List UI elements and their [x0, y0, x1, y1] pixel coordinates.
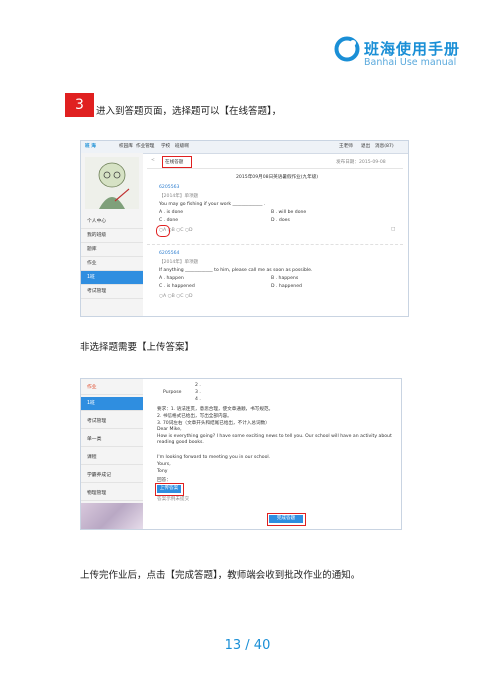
highlight-choice-a	[156, 225, 170, 237]
purpose-label: Purpose	[163, 390, 182, 395]
choice-radios-2[interactable]: ○A ○B ○C ○D	[159, 294, 193, 299]
caption-finish-answer: 上传完作业后，点击【完成答题】，教师端会收到批改作业的通知。	[80, 570, 361, 581]
sidebar-item-question-bank[interactable]: 题库	[81, 243, 143, 257]
brand-subtitle: Banhai Use manual	[364, 57, 457, 68]
letter-sign-off: Yours,	[157, 462, 171, 467]
sidebar-item-class-1[interactable]: 1班	[81, 271, 143, 285]
list-number: 3 .	[195, 390, 201, 395]
list-number: 2 .	[195, 383, 201, 388]
sidebar-item-physics-management[interactable]: 物理管理	[81, 487, 143, 501]
nav-class[interactable]: 班级啊	[175, 143, 189, 149]
requirement-line: 2. 书信格式已给出，写出全部内容。	[157, 414, 232, 419]
sidebar-item-homework[interactable]: 作业	[81, 381, 143, 395]
option-a: A . is done	[159, 210, 184, 215]
sidebar-item-my-class[interactable]: 我的班级	[81, 229, 143, 243]
sidebar-item-personal-center[interactable]: 个人中心	[81, 215, 143, 229]
nav-homework[interactable]: 作业管理	[136, 143, 154, 149]
publish-date: 发布日期：2015-09-08	[336, 160, 386, 165]
step-instruction: 进入到答题页面，选择题可以【在线答题】，	[96, 106, 282, 117]
letter-closing: I'm looking forward to meeting you in ou…	[157, 455, 271, 460]
breadcrumb-back-icon[interactable]: <	[151, 158, 155, 163]
letter-signature: Tony	[157, 469, 168, 474]
question-stem-2: If anything ____________ to him, please …	[159, 268, 313, 273]
caption-upload-answer: 非选择题需要【上传答案】	[80, 342, 195, 353]
page-number: 13 / 40	[224, 638, 271, 653]
sidebar: 个人中心 我的班级 题库 作业 1班 考试管理	[81, 153, 143, 316]
option-d-2: D . happened	[271, 284, 302, 289]
brand-title: 班海使用手册	[364, 40, 461, 58]
step-badge: 3	[65, 93, 94, 117]
answer-status-note: 答案示例未提交	[157, 497, 190, 502]
requirement-line: 3. 70词左右（文章开头和结尾已给出，不计入总词数）	[157, 421, 270, 426]
highlight-online-answer	[162, 156, 192, 168]
sidebar-item-exam-management[interactable]: 考试管理	[81, 415, 143, 429]
messages-link[interactable]: 消息(87)	[375, 143, 394, 149]
requirement-line: 要求：1. 语法连贯，意思合理，使文章通顺，书写规范。	[157, 407, 274, 412]
question-stem: You may go fishing if your work ________…	[159, 202, 266, 207]
option-d: D . does	[271, 218, 290, 223]
letter-body: How is everything going? I have some exc…	[157, 434, 392, 445]
nav-campus[interactable]: 校园库	[119, 143, 133, 149]
sidebar-decoration	[81, 503, 143, 529]
question-meta-2: 【2014年】单项题	[159, 260, 199, 265]
avatar-illustration-icon	[85, 157, 139, 209]
user-name[interactable]: 王老师	[339, 143, 353, 149]
option-a-2: A . happen	[159, 276, 184, 281]
app-logo: 班 海	[85, 144, 96, 149]
question-id-2[interactable]: 6205564	[159, 251, 179, 256]
letter-greeting: Dear Mike,	[157, 427, 182, 432]
homework-heading: 2015年09月08日英语暑假作业(九年级)	[236, 175, 319, 180]
sidebar-item-single-type[interactable]: 单一类	[81, 433, 143, 447]
sidebar-item-course[interactable]: 课程	[81, 451, 143, 465]
nav-school[interactable]: 学校	[161, 143, 170, 149]
sidebar-item-top-student[interactable]: 学霸养成记	[81, 469, 143, 483]
logout-link[interactable]: 退出	[361, 143, 370, 149]
sidebar-2: 作业 1班 考试管理 单一类 课程 学霸养成记 物理管理	[81, 379, 143, 529]
option-b: B . will be done	[271, 210, 307, 215]
sidebar-item-homework[interactable]: 作业	[81, 257, 143, 271]
banhai-logo-icon	[334, 36, 360, 62]
checkbox-icon[interactable]: □	[391, 227, 395, 232]
question-id[interactable]: 6205563	[159, 185, 179, 190]
option-c: C . done	[159, 218, 179, 223]
upload-answer-screenshot: 作业 1班 考试管理 单一类 课程 学霸养成记 物理管理 Purpose 2 .…	[80, 378, 402, 530]
highlight-upload-button	[155, 483, 184, 496]
online-answer-screenshot: 班 海 校园库 作业管理 学校 班级啊 王老师 退出 消息(87) 个人中心 我…	[80, 140, 409, 317]
option-b-2: B . happens	[271, 276, 299, 281]
list-number: 4 .	[195, 397, 201, 402]
question-meta: 【2014年】单项题	[159, 194, 199, 199]
sidebar-item-class-1[interactable]: 1班	[81, 397, 143, 411]
highlight-finish-button	[267, 513, 306, 526]
sidebar-item-exam-management[interactable]: 考试管理	[81, 285, 143, 299]
option-c-2: C . is happened	[159, 284, 195, 289]
